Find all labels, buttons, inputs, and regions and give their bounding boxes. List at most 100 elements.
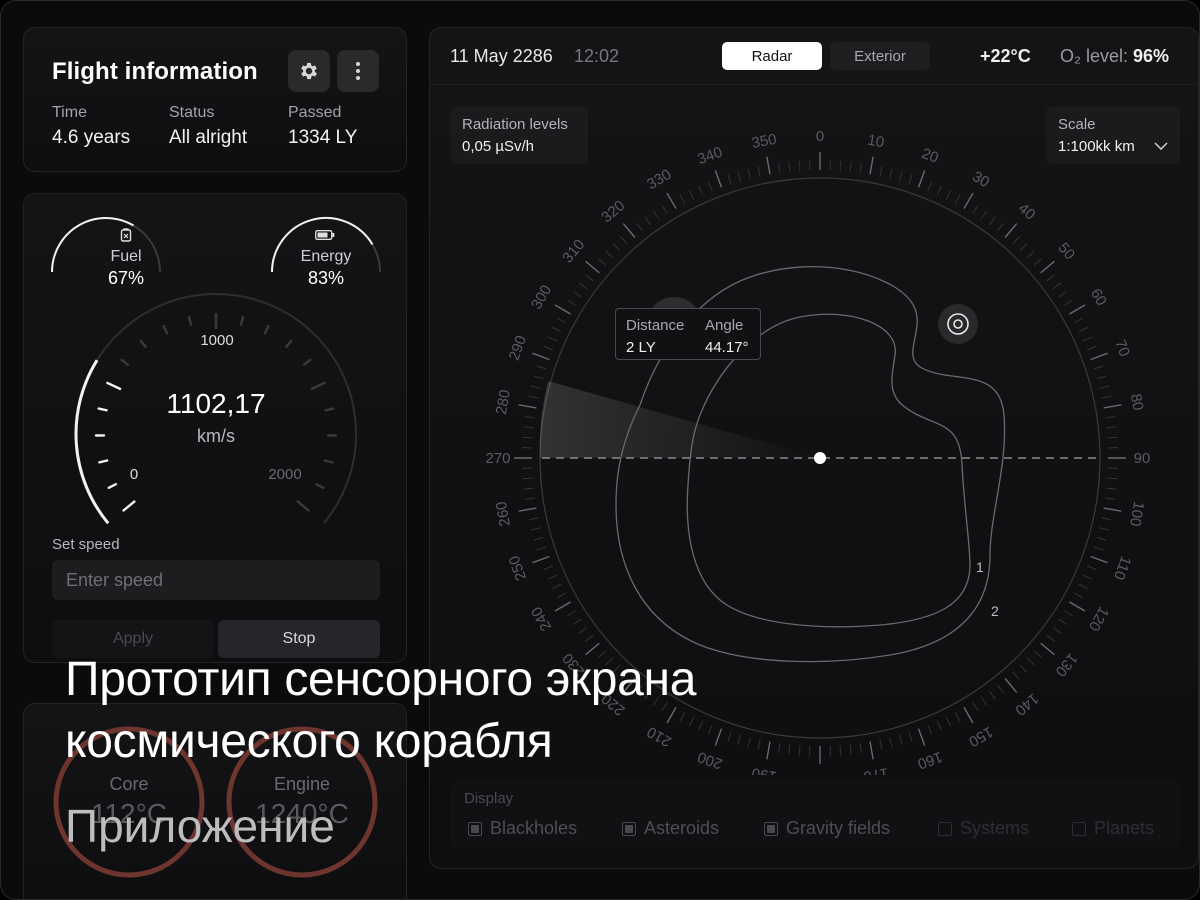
radar-degree-label: 110 bbox=[1110, 554, 1134, 582]
filter-asteroids[interactable]: Asteroids bbox=[622, 818, 719, 839]
more-options-button[interactable] bbox=[337, 50, 379, 92]
radar-tick bbox=[554, 304, 571, 315]
filter-blackholes[interactable]: Blackholes bbox=[468, 818, 577, 839]
stat-time-label: Time bbox=[52, 104, 87, 121]
radar-tick bbox=[766, 741, 771, 760]
radar-degree-label: 20 bbox=[919, 145, 940, 167]
radar-degree-label: 190 bbox=[750, 764, 778, 775]
engine-label: Engine bbox=[273, 774, 331, 794]
radar-degree-label: 130 bbox=[1052, 650, 1081, 680]
radar-degree-label: 180 bbox=[807, 772, 832, 775]
radar-tick bbox=[556, 317, 566, 324]
radar-tick bbox=[551, 326, 562, 333]
radar-tick bbox=[679, 194, 686, 204]
radar-degree-label: 320 bbox=[598, 197, 628, 226]
radar-tick bbox=[584, 634, 594, 642]
contour-label-1: 1 bbox=[976, 559, 984, 575]
radar-tick bbox=[572, 618, 582, 626]
speed-arc-fill bbox=[74, 359, 110, 524]
radar-tick bbox=[1107, 436, 1118, 439]
radar-tick bbox=[523, 487, 534, 490]
flight-info-card: Flight information Time 4.6 years Status… bbox=[23, 27, 407, 172]
gravity-contour-1 bbox=[686, 313, 971, 628]
speed-card: Fuel 67% Energy 83% 1000 0 2000 1102,17 … bbox=[23, 193, 407, 663]
radar-tick bbox=[927, 724, 933, 735]
radar-tick bbox=[605, 250, 614, 259]
stat-status: Status All alright bbox=[169, 104, 247, 149]
radar-tick bbox=[1052, 282, 1062, 290]
radar-tick bbox=[636, 222, 644, 232]
ship-position-marker bbox=[814, 452, 826, 464]
chevron-down-icon bbox=[1154, 142, 1168, 150]
speed-tick bbox=[97, 407, 108, 412]
settings-button[interactable] bbox=[288, 50, 330, 92]
scale-label: Scale bbox=[1058, 116, 1096, 133]
filter-systems[interactable]: Systems bbox=[938, 818, 1029, 839]
scale-select[interactable]: Scale 1:100kk km bbox=[1046, 106, 1180, 164]
speed-tick bbox=[296, 500, 310, 512]
radar-tick bbox=[963, 192, 974, 209]
radar-tick bbox=[798, 160, 801, 171]
stat-time-value: 4.6 years bbox=[52, 127, 131, 148]
radar-tick bbox=[1040, 260, 1055, 274]
radar-tick bbox=[551, 583, 562, 590]
speed-tick bbox=[122, 500, 136, 512]
radar-degree-label: 300 bbox=[528, 282, 555, 312]
checkbox-planets[interactable] bbox=[1072, 821, 1086, 836]
radar-degree-label: 260 bbox=[493, 500, 514, 528]
gauges-graphic bbox=[51, 217, 381, 524]
radar-tick bbox=[532, 352, 550, 361]
radar-tick bbox=[554, 601, 571, 612]
stat-status-label: Status bbox=[169, 104, 215, 121]
checkbox-blackholes[interactable] bbox=[468, 821, 482, 836]
checkbox-asteroids[interactable] bbox=[622, 821, 636, 836]
filter-gravity-fields[interactable]: Gravity fields bbox=[764, 818, 890, 839]
stat-passed: Passed 1334 LY bbox=[288, 104, 357, 149]
blackhole-marker[interactable] bbox=[938, 304, 978, 344]
checkbox-systems[interactable] bbox=[938, 821, 952, 836]
tooltip-angle-value: 44.17° bbox=[705, 339, 749, 356]
radar-tick bbox=[1033, 650, 1042, 658]
gear-icon bbox=[301, 62, 317, 80]
radar-tick bbox=[698, 185, 704, 196]
checkbox-gravity-fields[interactable] bbox=[764, 821, 778, 836]
speed-tick bbox=[302, 358, 312, 366]
radar-tick bbox=[567, 299, 577, 306]
radar-tick bbox=[1093, 365, 1104, 370]
radar-tick bbox=[972, 701, 979, 711]
radar-tick bbox=[757, 739, 761, 750]
radar-tick bbox=[1082, 574, 1093, 580]
radar-tick bbox=[1099, 527, 1110, 531]
radar-degree-label: 70 bbox=[1111, 337, 1133, 358]
tab-exterior[interactable]: Exterior bbox=[830, 42, 930, 70]
radar-degree-label: 280 bbox=[493, 388, 514, 416]
speed-tick bbox=[310, 381, 326, 391]
battery-icon bbox=[315, 230, 335, 240]
radar-tick bbox=[584, 274, 594, 282]
radar-tick bbox=[954, 712, 961, 722]
filter-systems-label: Systems bbox=[960, 818, 1030, 838]
radar-degree-label: 170 bbox=[862, 764, 890, 775]
speed-tick-max: 2000 bbox=[268, 466, 302, 483]
radar-tick bbox=[523, 426, 534, 429]
tab-radar[interactable]: Radar bbox=[722, 42, 822, 70]
radar-tick bbox=[536, 546, 547, 551]
radar-tick bbox=[1026, 250, 1035, 259]
radar-tick bbox=[1004, 678, 1018, 693]
radar-degree-label: 270 bbox=[485, 450, 510, 467]
radar-tick bbox=[908, 731, 913, 742]
radar-tick bbox=[536, 365, 547, 370]
radar-tick bbox=[778, 162, 781, 173]
filter-planets[interactable]: Planets bbox=[1072, 818, 1154, 839]
radar-tick bbox=[567, 610, 577, 617]
energy-label: Energy bbox=[300, 248, 352, 265]
radar-tick bbox=[859, 743, 862, 754]
radar-tick bbox=[737, 734, 742, 745]
radar-tick bbox=[1012, 671, 1020, 680]
speed-input[interactable] bbox=[52, 560, 380, 600]
display-filters: Display Blackholes Asteroids Gravity fie… bbox=[450, 780, 1180, 848]
speed-tick bbox=[98, 459, 109, 464]
radar-tick bbox=[988, 216, 996, 226]
speed-tick bbox=[187, 315, 193, 327]
radar-tick bbox=[1090, 555, 1108, 564]
